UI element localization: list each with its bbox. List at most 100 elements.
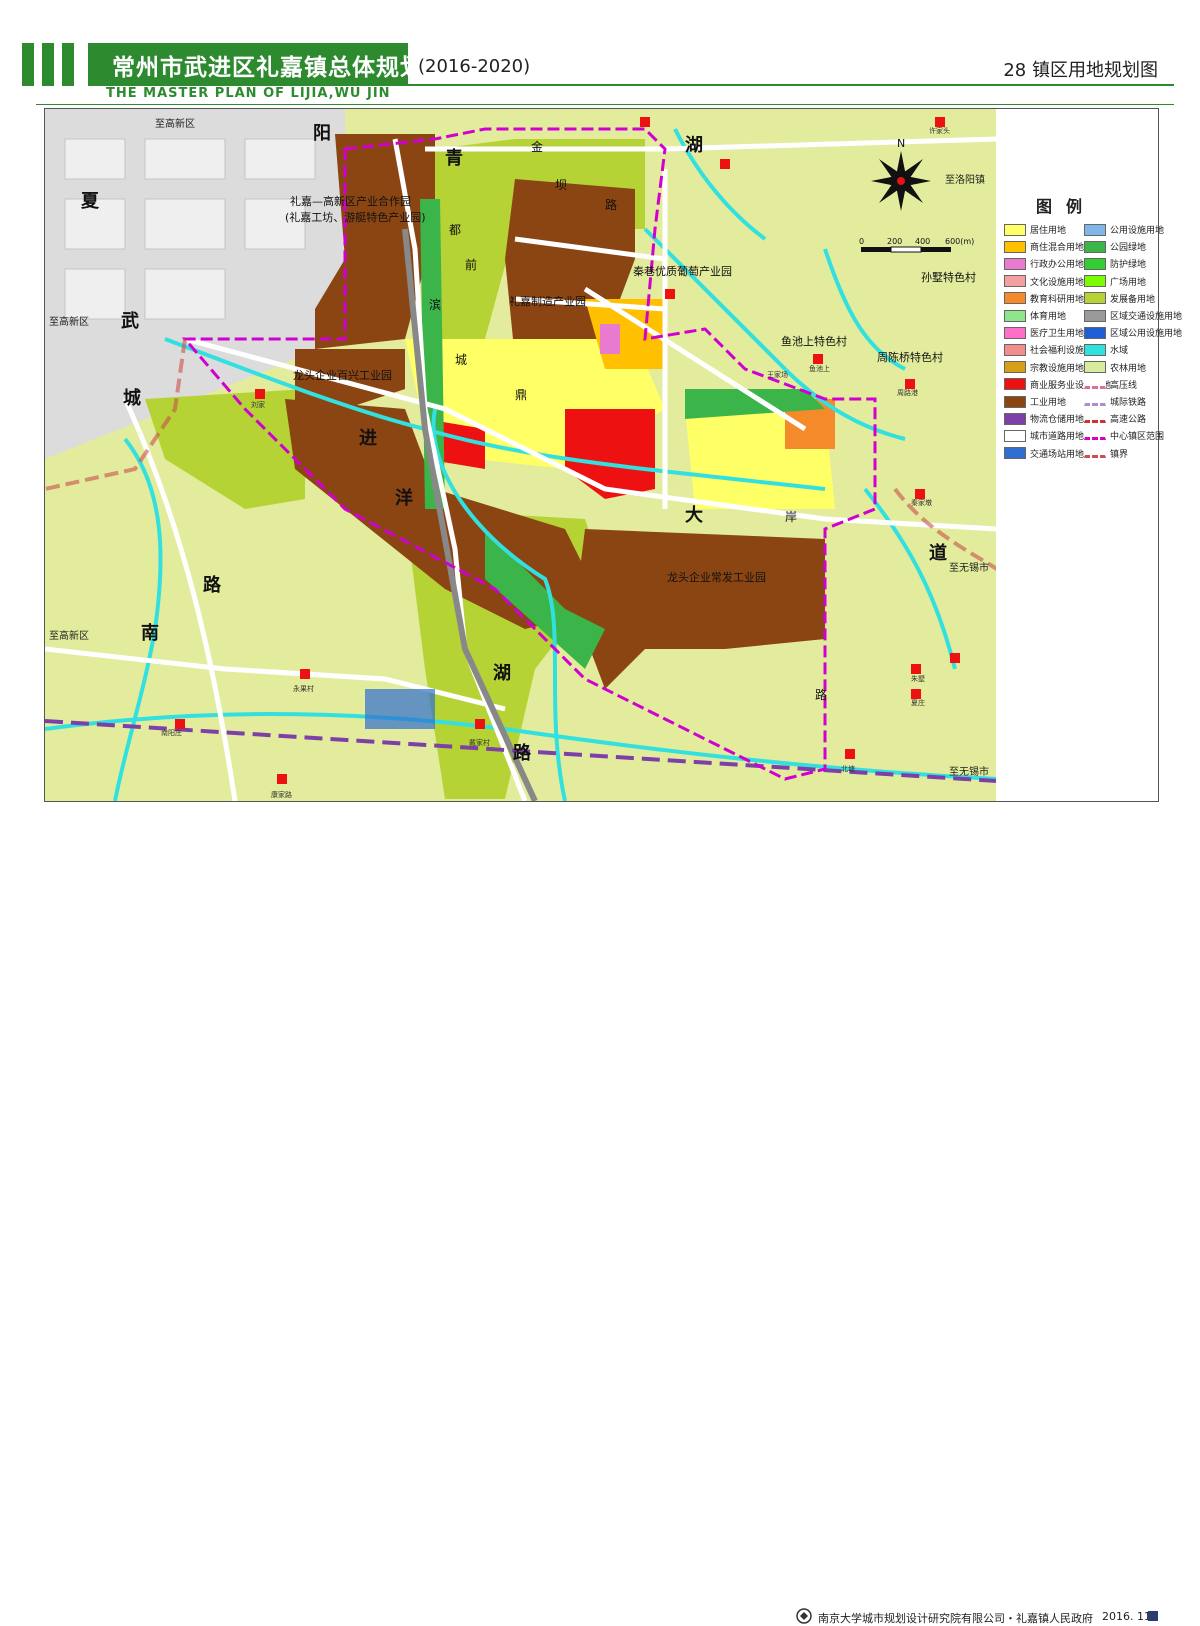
legend-item: 中心镇区范围 xyxy=(1084,429,1164,443)
legend-swatch xyxy=(1084,379,1106,389)
dev-reserve-west xyxy=(145,389,305,509)
footer-organization: 南京大学城市规划设计研究院有限公司・礼嘉镇人民政府 xyxy=(818,1612,1093,1625)
road-label: 青 xyxy=(445,148,463,169)
land-use-map[interactable]: 阳 青 湖 夏 武 城 进 洋 大 道 南 湖 路 路 金 坝 路 都 前 滨 … xyxy=(44,108,998,802)
scale-tick: 400 xyxy=(915,237,930,246)
village-label: 王家场 xyxy=(767,370,788,379)
legend-item: 交通场站用地 xyxy=(1004,447,1084,461)
legend-swatch xyxy=(1004,447,1026,460)
road-label: 进 xyxy=(359,428,377,449)
road-label: 阳 xyxy=(313,123,331,144)
legend-panel: 图例 居住用地 公用设施用地 商住混合用地 公园绿地 行政办公用地 防护绿地 文化设施用地 广… xyxy=(996,108,1182,802)
legend-label: 发展备用地 xyxy=(1110,294,1156,305)
legend-swatch xyxy=(1084,326,1106,339)
legend-label: 农林用地 xyxy=(1110,363,1147,374)
street-label: 鼎 xyxy=(515,388,527,402)
scale-bar: 0 200 400 600(m) xyxy=(859,237,974,253)
legend-label: 医疗卫生用地 xyxy=(1030,329,1085,340)
village-label: 夏庄 xyxy=(911,698,925,707)
road-label: 武 xyxy=(121,311,139,332)
legend-label: 公用设施用地 xyxy=(1110,226,1165,236)
compass-north: N xyxy=(897,137,905,150)
area-label: 礼嘉—高新区产业合作园 xyxy=(290,194,411,208)
scale-tick: 0 xyxy=(859,237,864,246)
legend-title: 图例 xyxy=(1036,197,1097,216)
legend-swatch xyxy=(1084,292,1106,305)
road-label: 路 xyxy=(513,742,532,764)
substation-site xyxy=(365,689,435,729)
legend-label: 工业用地 xyxy=(1030,398,1067,408)
legend-swatch xyxy=(1004,412,1026,425)
legend-item: 水域 xyxy=(1084,343,1128,357)
legend-swatch xyxy=(1004,378,1026,391)
legend-swatch xyxy=(1004,292,1026,305)
english-title: THE MASTER PLAN OF LIJIA,WU JIN xyxy=(106,86,391,101)
legend-label: 区域交通设施用地 xyxy=(1110,312,1183,322)
legend-label: 宗教设施用地 xyxy=(1030,363,1085,374)
map-name: 28 镇区用地规划图 xyxy=(1003,60,1158,81)
village-label: 刘家 xyxy=(251,400,265,409)
street-label: 坝 xyxy=(555,178,567,192)
legend-item: 区域交通设施用地 xyxy=(1084,309,1182,323)
street-label: 前 xyxy=(465,257,477,272)
header: 常州市武进区礼嘉镇总体规划 (2016-2020) 28 镇区用地规划图 THE… xyxy=(0,0,1200,105)
street-label: 金 xyxy=(531,139,543,154)
village-label: 北塘 xyxy=(841,764,855,773)
road-label: 城 xyxy=(123,387,141,409)
institute-logo-icon xyxy=(796,1608,812,1624)
scale-tick: 200 xyxy=(887,237,902,246)
commercial-core xyxy=(565,409,655,499)
village-label: 秦家墩 xyxy=(911,498,932,507)
street-label: 岸 xyxy=(785,510,797,524)
legend-swatch xyxy=(1004,395,1026,408)
legend-item: 公用设施用地 xyxy=(1084,223,1164,237)
legend-label: 交通场站用地 xyxy=(1030,449,1085,460)
village-label: 康家路 xyxy=(271,790,292,799)
footer-square xyxy=(1148,1611,1158,1621)
legend-swatch xyxy=(1004,361,1026,374)
legend-item: 物流仓储用地 xyxy=(1004,412,1084,426)
area-label: 龙头企业常发工业园 xyxy=(667,570,766,584)
direction-label: 至高新区 xyxy=(49,315,89,328)
street-label: 路 xyxy=(815,687,827,702)
legend-label: 广场用地 xyxy=(1110,277,1147,288)
header-stripe xyxy=(62,43,74,86)
village-label: 永果村 xyxy=(293,684,314,693)
legend-swatch xyxy=(1004,309,1026,322)
legend-swatch xyxy=(1004,326,1026,339)
road-label: 路 xyxy=(203,574,222,596)
legend-swatch xyxy=(1004,223,1026,236)
legend-label: 物流仓储用地 xyxy=(1030,415,1085,426)
legend-swatch xyxy=(1004,240,1026,253)
area-label: 孙墅特色村 xyxy=(921,270,976,284)
road-label: 洋 xyxy=(395,487,413,509)
village-label: 朱墅 xyxy=(911,674,925,683)
header-rule xyxy=(408,84,1174,86)
street-label: 路 xyxy=(605,197,617,212)
legend-item: 公园绿地 xyxy=(1084,240,1146,254)
legend-label: 文化设施用地 xyxy=(1030,277,1085,288)
page-title: 常州市武进区礼嘉镇总体规划 xyxy=(112,55,424,81)
legend-swatch xyxy=(1084,343,1106,356)
direction-label: 至高新区 xyxy=(155,117,195,130)
header-stripe xyxy=(22,43,34,86)
legend-item: 防护绿地 xyxy=(1084,257,1146,271)
legend-swatch xyxy=(1004,275,1026,288)
legend-swatch xyxy=(1004,343,1026,356)
map-canvas: 阳 青 湖 夏 武 城 进 洋 大 道 南 湖 路 路 金 坝 路 都 前 滨 … xyxy=(45,109,997,801)
street-label: 都 xyxy=(449,223,461,237)
area-label: 周陈桥特色村 xyxy=(877,350,943,364)
footer: 南京大学城市规划设计研究院有限公司・礼嘉镇人民政府 2016. 11 xyxy=(0,800,1200,1625)
legend-item: 体育用地 xyxy=(1004,309,1066,323)
road-label: 湖 xyxy=(493,663,511,684)
legend-label: 城市道路用地 xyxy=(1030,432,1085,443)
legend-swatch xyxy=(1084,361,1106,374)
legend-swatch xyxy=(1084,275,1106,288)
legend-item: 医疗卫生用地 xyxy=(1004,326,1084,340)
direction-label: 至无锡市 xyxy=(949,765,989,778)
village-label: 许家头 xyxy=(929,126,950,135)
village-label: 周路港 xyxy=(897,388,918,397)
legend-label: 城际铁路 xyxy=(1110,398,1147,408)
area-label: (礼嘉工坊、游艇特色产业园) xyxy=(285,210,426,224)
legend-item: 区域公用设施用地 xyxy=(1084,326,1182,340)
